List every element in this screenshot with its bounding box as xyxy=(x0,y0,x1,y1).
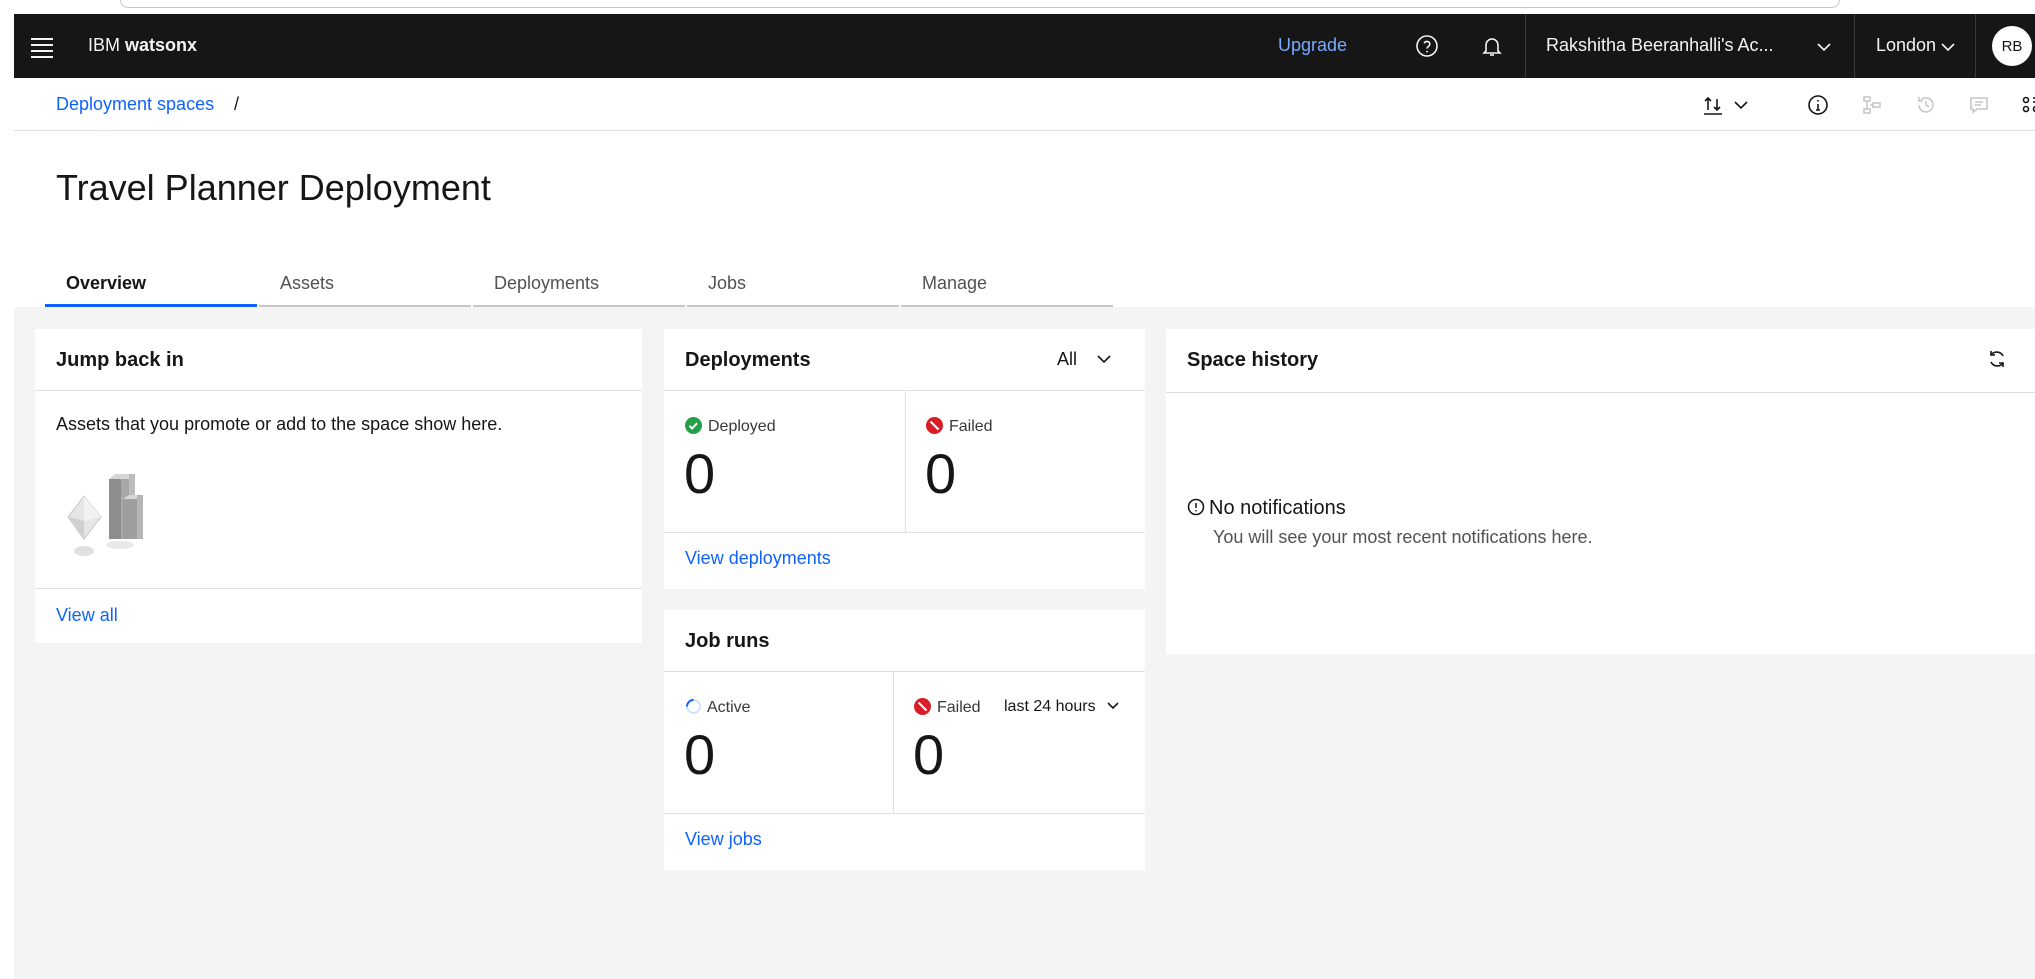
tab-manage[interactable]: Manage xyxy=(901,267,1113,307)
failed-count: 0 xyxy=(925,442,957,505)
deployed-count: 0 xyxy=(684,442,716,505)
period-label: last 24 hours xyxy=(1004,698,1096,715)
card-title: Job runs xyxy=(685,630,770,652)
help-icon[interactable] xyxy=(1415,34,1439,58)
error-icon xyxy=(926,417,943,434)
empty-title: No notifications xyxy=(1209,497,1346,519)
import-export-icon[interactable] xyxy=(1702,94,1724,116)
notification-bell-icon[interactable] xyxy=(1480,34,1504,58)
account-switcher[interactable]: Rakshitha Beeranhalli's Ac... xyxy=(1525,14,1855,78)
active-count: 0 xyxy=(684,723,716,786)
card-title: Jump back in xyxy=(56,349,184,371)
history-icon xyxy=(1915,94,1937,116)
user-avatar[interactable]: RB xyxy=(1992,26,2032,66)
failed-job-status: Failed xyxy=(914,698,981,717)
checkmark-icon xyxy=(685,417,702,434)
deployed-status: Deployed xyxy=(685,417,776,436)
view-jobs-link[interactable]: View jobs xyxy=(685,829,762,850)
failed-label: Failed xyxy=(949,418,993,435)
lineage-icon xyxy=(1861,94,1883,116)
no-notifications-heading: No notifications xyxy=(1187,497,1346,522)
brand-logo[interactable]: IBM watsonx xyxy=(88,35,197,56)
divider xyxy=(664,532,1145,533)
page-title: Travel Planner Deployment xyxy=(56,167,491,208)
in-progress-icon xyxy=(685,698,702,720)
refresh-icon[interactable] xyxy=(1986,348,2008,370)
browser-top-strip xyxy=(0,0,2035,14)
chevron-down-icon xyxy=(1940,40,1956,58)
empty-assets-illustration xyxy=(63,459,153,559)
card-title: Deployments xyxy=(685,349,811,371)
region-switcher[interactable]: London xyxy=(1856,14,1976,78)
view-all-link[interactable]: View all xyxy=(56,605,118,626)
divider xyxy=(1166,392,2035,393)
breadcrumb-separator: / xyxy=(234,94,240,114)
tab-jobs[interactable]: Jobs xyxy=(687,267,899,307)
breadcrumb-bar: Deployment spaces / xyxy=(14,78,2035,131)
chevron-down-icon[interactable] xyxy=(1733,94,1749,116)
page-header: Travel Planner Deployment Overview Asset… xyxy=(14,131,2035,307)
empty-text: You will see your most recent notificati… xyxy=(1213,527,1593,547)
job-runs-card: Job runs Active 0 Failed last 24 hours 0 xyxy=(664,610,1145,870)
region-label: London xyxy=(1876,35,1937,55)
info-icon[interactable] xyxy=(1807,94,1829,116)
apps-icon[interactable] xyxy=(2020,94,2035,116)
space-history-card: Space history No notifications You will … xyxy=(1166,329,2035,654)
empty-state-text: Assets that you promote or add to the sp… xyxy=(56,414,503,434)
browser-address-bar[interactable] xyxy=(120,0,1840,8)
brand-prefix: IBM xyxy=(88,35,121,55)
app-frame: IBM watsonx Upgrade Rakshitha Beeranhall… xyxy=(14,14,2035,979)
top-header: IBM watsonx Upgrade Rakshitha Beeranhall… xyxy=(14,14,2035,78)
deployments-card: Deployments All Deployed 0 Failed 0 View… xyxy=(664,329,1145,589)
brand-name: watsonx xyxy=(125,35,198,55)
error-icon xyxy=(914,698,931,715)
view-deployments-link[interactable]: View deployments xyxy=(685,548,831,569)
chevron-down-icon xyxy=(1816,40,1832,58)
failed-job-count: 0 xyxy=(913,723,945,786)
tab-overview[interactable]: Overview xyxy=(45,267,257,307)
active-label: Active xyxy=(707,699,751,716)
divider xyxy=(35,390,642,391)
comments-icon xyxy=(1968,94,1990,116)
divider xyxy=(905,390,906,532)
upgrade-link[interactable]: Upgrade xyxy=(1278,35,1347,56)
failed-label: Failed xyxy=(937,699,981,716)
divider xyxy=(35,588,642,589)
filter-label: All xyxy=(1057,349,1078,369)
card-title: Space history xyxy=(1187,349,1319,371)
divider xyxy=(893,671,894,813)
hamburger-menu-icon[interactable] xyxy=(30,34,54,58)
breadcrumb-deployment-spaces[interactable]: Deployment spaces xyxy=(56,94,214,115)
jump-back-in-card: Jump back in Assets that you promote or … xyxy=(35,329,642,643)
chevron-down-icon xyxy=(1106,698,1120,715)
tab-deployments[interactable]: Deployments xyxy=(473,267,685,307)
deployed-label: Deployed xyxy=(708,418,776,435)
active-status: Active xyxy=(685,698,751,720)
divider xyxy=(664,813,1145,814)
account-label: Rakshitha Beeranhalli's Ac... xyxy=(1546,35,1774,55)
divider xyxy=(664,671,1145,672)
tab-assets[interactable]: Assets xyxy=(259,267,471,307)
chevron-down-icon xyxy=(1096,349,1112,369)
period-dropdown[interactable]: last 24 hours xyxy=(1004,698,1120,716)
warning-circle-icon xyxy=(1187,498,1205,522)
deployments-filter-dropdown[interactable]: All xyxy=(1057,349,1112,370)
failed-status: Failed xyxy=(926,417,993,436)
